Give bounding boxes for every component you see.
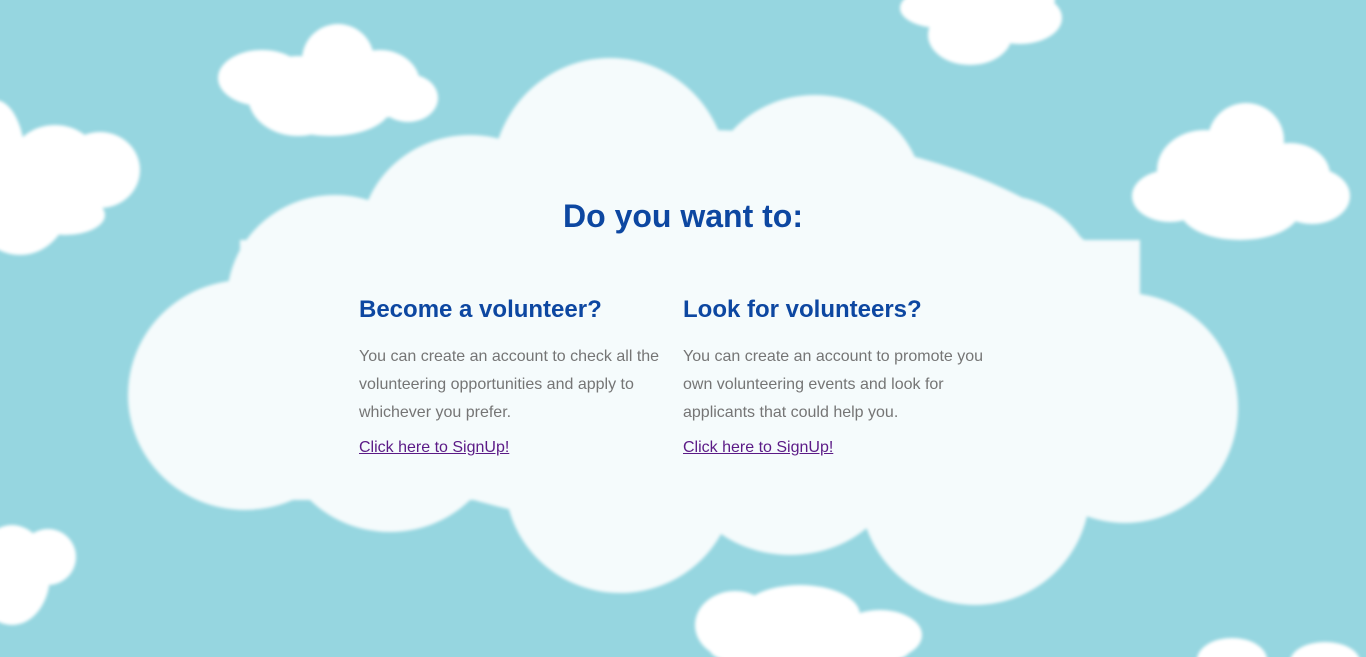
- organizer-signup-link[interactable]: Click here to SignUp!: [683, 438, 833, 458]
- signup-choice-panel: Do you want to: Become a volunteer? You …: [0, 0, 1366, 657]
- page-title: Do you want to:: [563, 198, 803, 234]
- organizer-option: Look for volunteers? You can create an a…: [683, 293, 993, 458]
- organizer-option-description: You can create an account to promote you…: [683, 348, 984, 421]
- volunteer-option-description: You can create an account to check all t…: [359, 348, 660, 421]
- volunteer-option-title: Become a volunteer?: [359, 296, 602, 323]
- volunteer-option: Become a volunteer? You can create an ac…: [359, 293, 669, 458]
- volunteer-signup-link[interactable]: Click here to SignUp!: [359, 438, 509, 458]
- organizer-option-title: Look for volunteers?: [683, 296, 922, 323]
